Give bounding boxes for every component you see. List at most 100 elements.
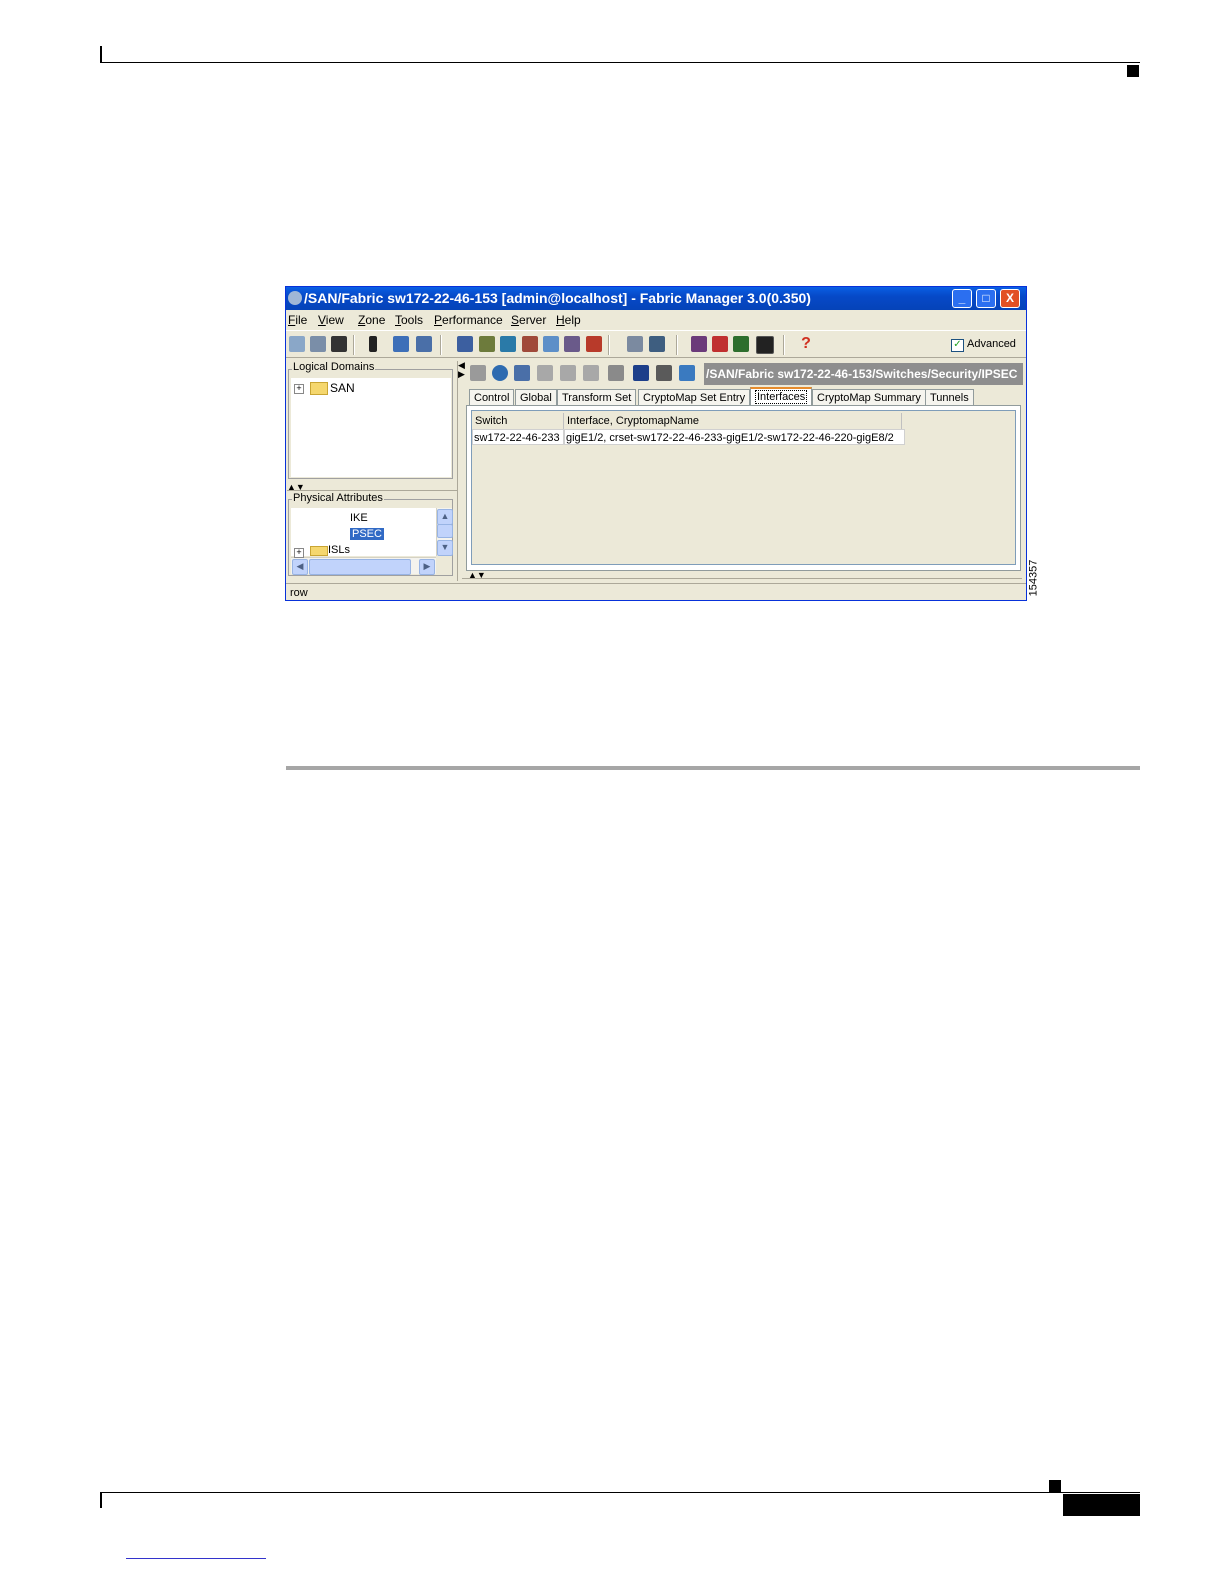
scroll-thumb[interactable]: [437, 524, 453, 538]
advanced-checkbox[interactable]: ✓: [951, 339, 964, 352]
delete-row-icon[interactable]: [537, 365, 553, 381]
firewall-icon[interactable]: [586, 336, 602, 352]
status-bar: row: [286, 583, 1026, 600]
tree-item-isls[interactable]: ISLs: [328, 544, 350, 553]
menu-help[interactable]: Help: [556, 313, 581, 327]
back-icon[interactable]: [470, 365, 486, 381]
toolbar-separator: [676, 335, 678, 355]
footer-rule: [100, 1492, 1140, 1493]
save-icon[interactable]: [633, 365, 649, 381]
scroll-hthumb[interactable]: [309, 559, 411, 575]
tree-item-san[interactable]: SAN: [330, 381, 355, 395]
terminal-icon[interactable]: [756, 336, 774, 354]
breadcrumb-path: /SAN/Fabric sw172-22-46-153/Switches/Sec…: [704, 363, 1023, 385]
interfaces-table: Switch Interface, CryptomapName sw172-22…: [471, 410, 1016, 565]
folder-icon: [310, 382, 328, 395]
wizard-icon[interactable]: [691, 336, 707, 352]
map-icon[interactable]: [627, 336, 643, 352]
scroll-down-icon[interactable]: ▼: [437, 540, 453, 556]
menu-bar: File View Zone Tools Performance Server …: [286, 310, 1026, 330]
tab-transform-set[interactable]: Transform Set: [557, 389, 637, 406]
menu-view[interactable]: View: [318, 313, 344, 327]
binoculars-icon[interactable]: [331, 336, 347, 352]
physical-attributes-legend: Physical Attributes: [292, 492, 384, 504]
tab-control[interactable]: Control: [469, 389, 515, 406]
tree-item-ike[interactable]: IKE: [350, 512, 368, 524]
zone-icon[interactable]: [479, 336, 495, 352]
isls-expand-icon[interactable]: +: [294, 548, 304, 558]
tab-interfaces[interactable]: Interfaces: [750, 387, 813, 406]
tab-global[interactable]: Global: [515, 389, 557, 406]
toolbar-separator: [608, 335, 610, 355]
column-header-switch[interactable]: Switch: [472, 413, 564, 429]
fabric-manager-window: /SAN/Fabric sw172-22-46-153 [admin@local…: [285, 286, 1027, 601]
header-marker: [1127, 65, 1139, 77]
toolbar-separator: [353, 335, 355, 355]
maximize-button[interactable]: □: [976, 289, 996, 308]
tree-item-psec[interactable]: PSEC: [350, 528, 384, 540]
status-text: row: [290, 587, 308, 599]
discover-icon[interactable]: [310, 336, 326, 352]
bottom-divider[interactable]: [462, 578, 1022, 579]
interfaces-tab-panel: Switch Interface, CryptomapName sw172-22…: [466, 405, 1021, 571]
refresh-icon[interactable]: [492, 365, 508, 381]
close-button[interactable]: X: [1000, 289, 1020, 308]
footer-page-block: [1063, 1494, 1140, 1516]
footer-marker: [1049, 1480, 1061, 1492]
menu-server[interactable]: Server: [511, 313, 546, 327]
scroll-left-icon[interactable]: ◀: [292, 559, 308, 575]
performance-chart-icon[interactable]: [733, 336, 749, 352]
tab-tunnels[interactable]: Tunnels: [925, 389, 974, 406]
advanced-label: Advanced: [967, 338, 1016, 350]
scroll-right-icon[interactable]: ▶: [419, 559, 435, 575]
scroll-up-icon[interactable]: ▲: [437, 509, 453, 525]
table-cell-interface[interactable]: gigE1/2, crset-sw172-22-46-233-gigE1/2-s…: [564, 429, 905, 445]
folder-icon: [310, 546, 328, 556]
window-title: /SAN/Fabric sw172-22-46-153 [admin@local…: [304, 290, 811, 306]
pane-divider[interactable]: [287, 490, 457, 491]
menu-tools[interactable]: Tools: [395, 313, 423, 327]
figure-number: 154357: [1025, 560, 1045, 600]
users-icon[interactable]: [564, 336, 580, 352]
menu-file[interactable]: File: [288, 313, 307, 327]
ivr-icon[interactable]: [500, 336, 516, 352]
logical-domains-legend: Logical Domains: [292, 361, 376, 373]
info-icon[interactable]: [522, 336, 538, 352]
export-icon[interactable]: [679, 365, 695, 381]
lock-icon[interactable]: [393, 336, 409, 352]
security-lock-icon[interactable]: [712, 336, 728, 352]
figure-number-text: 154357: [1027, 559, 1040, 597]
title-bar[interactable]: /SAN/Fabric sw172-22-46-153 [admin@local…: [286, 287, 1026, 310]
header-rule: [100, 62, 1140, 63]
create-row-icon[interactable]: [514, 365, 530, 381]
vsan-icon[interactable]: [457, 336, 473, 352]
vertical-splitter[interactable]: [457, 361, 458, 581]
search-icon[interactable]: [649, 336, 665, 352]
minimize-button[interactable]: _: [952, 289, 972, 308]
tab-cryptomap-set-entry[interactable]: CryptoMap Set Entry: [638, 389, 751, 406]
vertical-scrollbar[interactable]: ▲ ▼: [436, 508, 453, 556]
main-toolbar: ?: [286, 330, 1026, 358]
copy-icon[interactable]: [560, 365, 576, 381]
device-manager-icon[interactable]: [543, 336, 559, 352]
paste-icon[interactable]: [583, 365, 599, 381]
device-icon[interactable]: [369, 336, 377, 352]
table-cell-switch[interactable]: sw172-22-46-233: [472, 429, 564, 445]
tab-cryptomap-summary[interactable]: CryptoMap Summary: [812, 389, 926, 406]
section-rule: [286, 766, 1140, 770]
menu-zone[interactable]: Zone: [358, 313, 385, 327]
horizontal-scrollbar[interactable]: ◀ ▶: [291, 557, 436, 575]
print-icon[interactable]: [656, 365, 672, 381]
san-expand-icon[interactable]: +: [294, 384, 304, 394]
footer-link-underline[interactable]: [126, 1558, 266, 1559]
collapse-arrows-icon[interactable]: ◀ ▶: [458, 361, 465, 379]
column-header-interface[interactable]: Interface, CryptomapName: [564, 413, 902, 429]
undo-icon[interactable]: [608, 365, 624, 381]
menu-performance[interactable]: Performance: [434, 313, 503, 327]
help-icon[interactable]: ?: [798, 336, 814, 352]
user-roles-icon[interactable]: [416, 336, 432, 352]
toolbar-separator: [440, 335, 442, 355]
open-icon[interactable]: [289, 336, 305, 352]
app-icon: [288, 291, 302, 305]
tab-interfaces-label: Interfaces: [755, 390, 808, 404]
